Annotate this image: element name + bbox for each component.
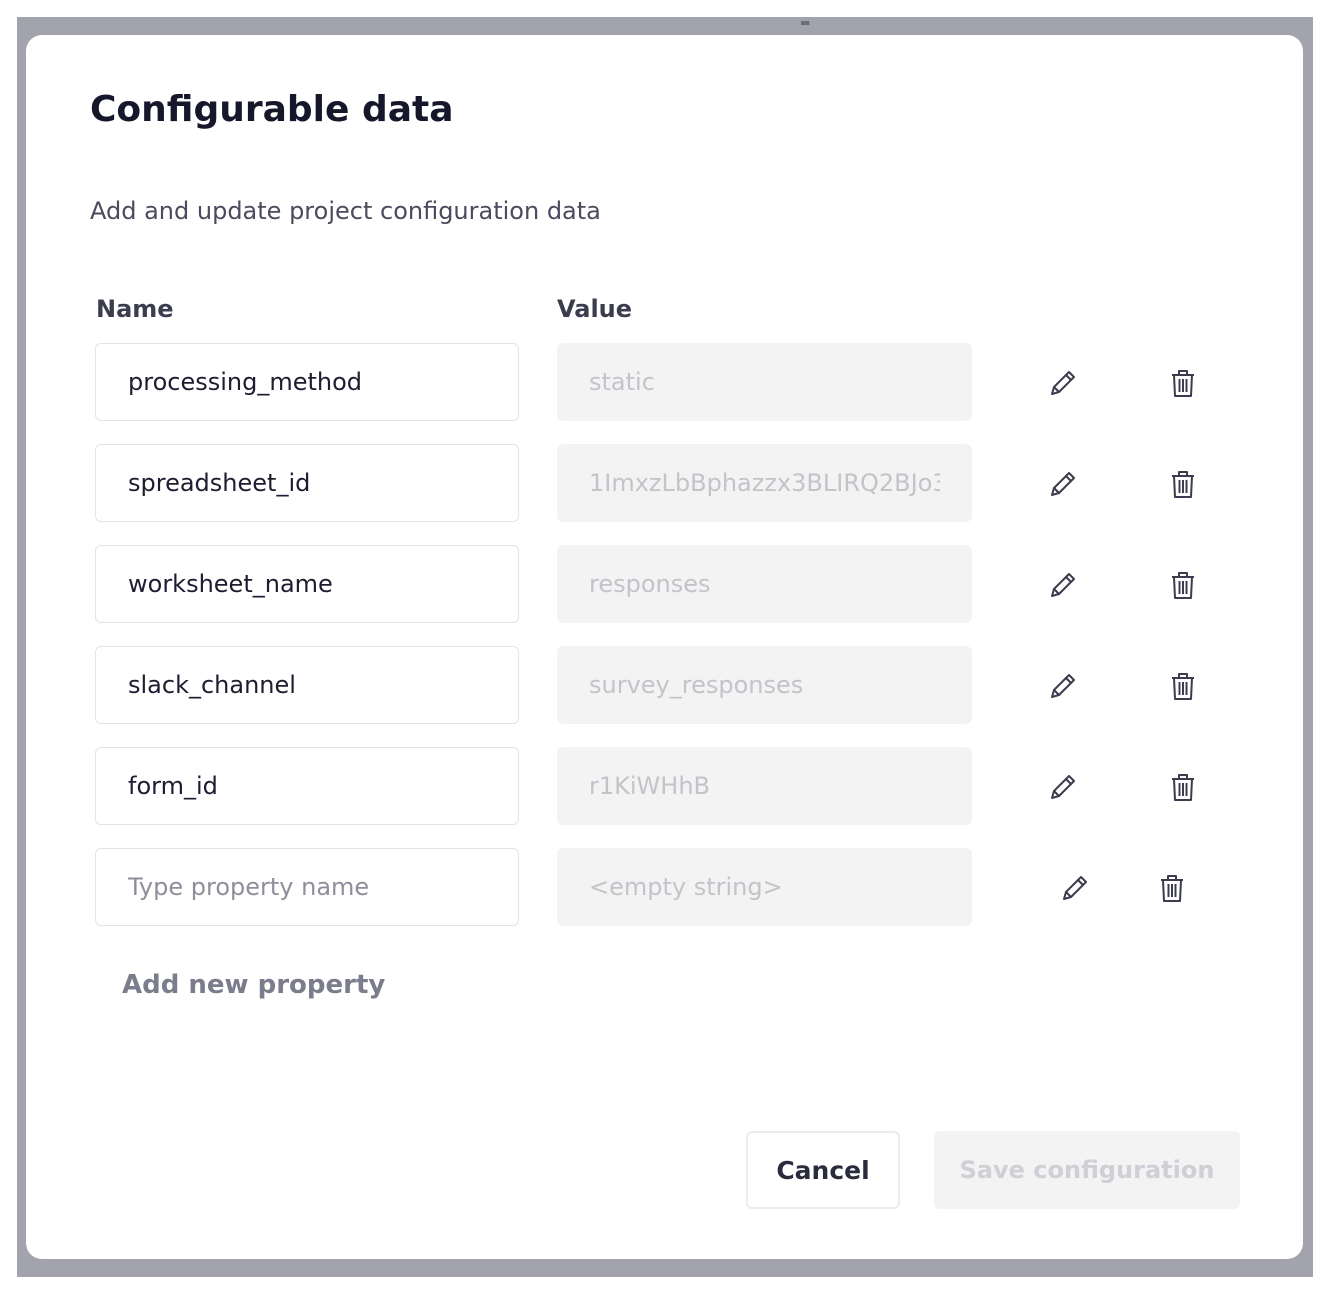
property-name-input[interactable] <box>95 343 519 421</box>
background-content <box>1303 502 1313 552</box>
delete-property-button[interactable] <box>1154 870 1190 906</box>
property-name-input[interactable] <box>95 646 519 724</box>
property-row <box>26 646 1303 726</box>
property-name-input[interactable] <box>95 747 519 825</box>
cancel-button[interactable]: Cancel <box>746 1131 900 1209</box>
pencil-icon <box>1051 674 1075 698</box>
new-property-name-input[interactable] <box>95 848 519 926</box>
trash-icon <box>1161 875 1183 902</box>
new-property-value-input[interactable] <box>557 848 972 926</box>
edit-property-button[interactable] <box>1045 466 1081 502</box>
edit-property-button[interactable] <box>1057 870 1093 906</box>
name-column-header: Name <box>96 295 174 323</box>
delete-property-button[interactable] <box>1165 466 1201 502</box>
delete-property-button[interactable] <box>1165 365 1201 401</box>
property-name-input[interactable] <box>95 545 519 623</box>
property-row <box>26 444 1303 524</box>
background-icon: ▬ <box>800 17 811 29</box>
delete-property-button[interactable] <box>1165 769 1201 805</box>
property-row <box>26 343 1303 423</box>
trash-icon <box>1172 471 1194 498</box>
pencil-icon <box>1051 371 1075 395</box>
delete-property-button[interactable] <box>1165 668 1201 704</box>
save-configuration-button[interactable]: Save configuration <box>934 1131 1240 1209</box>
value-column-header: Value <box>557 295 633 323</box>
property-value-input[interactable] <box>557 343 972 421</box>
pencil-icon <box>1063 876 1087 900</box>
property-row <box>26 747 1303 827</box>
trash-icon <box>1172 572 1194 599</box>
pencil-icon <box>1051 472 1075 496</box>
trash-icon <box>1172 673 1194 700</box>
pencil-icon <box>1051 775 1075 799</box>
edit-property-button[interactable] <box>1045 567 1081 603</box>
configurable-data-modal: Configurable data Add and update project… <box>26 35 1303 1259</box>
property-name-input[interactable] <box>95 444 519 522</box>
new-property-row <box>26 848 1303 928</box>
edit-property-button[interactable] <box>1045 365 1081 401</box>
trash-icon <box>1172 370 1194 397</box>
modal-subtitle: Add and update project configuration dat… <box>90 197 601 225</box>
pencil-icon <box>1051 573 1075 597</box>
delete-property-button[interactable] <box>1165 567 1201 603</box>
property-value-input[interactable] <box>557 646 972 724</box>
add-new-property-link[interactable]: Add new property <box>122 967 385 1003</box>
property-value-input[interactable] <box>557 747 972 825</box>
edit-property-button[interactable] <box>1045 769 1081 805</box>
property-row <box>26 545 1303 625</box>
property-value-input[interactable] <box>557 444 972 522</box>
edit-property-button[interactable] <box>1045 668 1081 704</box>
trash-icon <box>1172 774 1194 801</box>
modal-title: Configurable data <box>90 89 454 130</box>
property-value-input[interactable] <box>557 545 972 623</box>
